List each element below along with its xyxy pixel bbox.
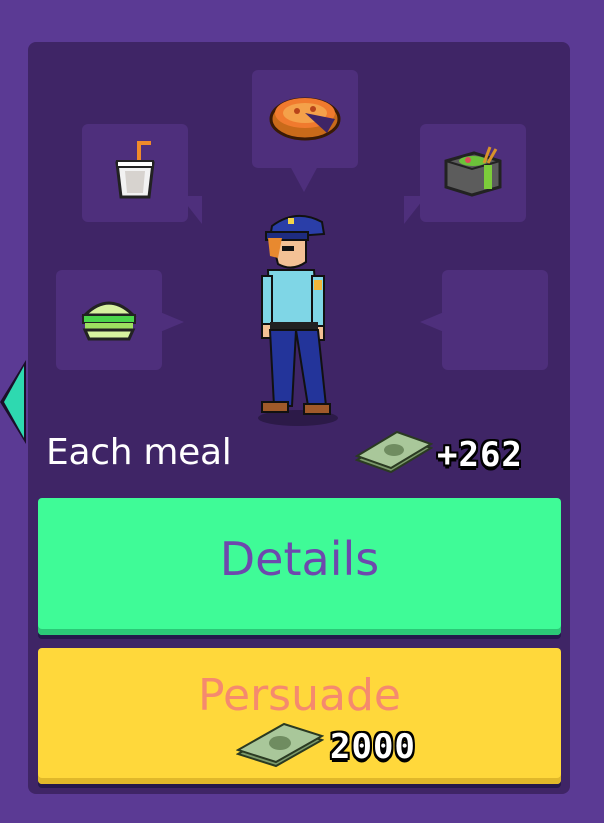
persuade-cost-amount: 2000 [330, 727, 416, 767]
meal-bubble-burger [56, 270, 162, 370]
bubble-tail [290, 166, 318, 192]
pizza-pie-icon [267, 89, 343, 149]
previous-arrow[interactable] [0, 360, 26, 444]
meal-bubble-pizza [252, 70, 358, 168]
persuade-cost: 2000 [235, 720, 416, 774]
police-officer-character [252, 206, 352, 428]
bubble-tail [404, 196, 426, 224]
sushi-box-icon [440, 143, 506, 203]
meal-bubble-drink [82, 124, 188, 222]
persuade-button[interactable]: Persuade 2000 [38, 648, 561, 784]
each-meal-label: Each meal [46, 432, 232, 473]
cash-stack-icon [354, 430, 434, 480]
cash-stack-icon [235, 720, 325, 774]
bubble-tail [420, 312, 444, 332]
bubble-tail [180, 196, 202, 224]
green-burger-icon [79, 293, 139, 347]
income-per-meal: +262 [354, 430, 523, 480]
meal-bubble-empty [442, 270, 548, 370]
drink-cup-icon [111, 139, 159, 207]
details-button-label: Details [219, 532, 380, 586]
bubble-tail [160, 312, 184, 332]
details-button[interactable]: Details [38, 498, 561, 635]
meal-bubble-sushi [420, 124, 526, 222]
income-amount: +262 [437, 435, 523, 475]
persuade-button-label: Persuade [198, 670, 401, 721]
